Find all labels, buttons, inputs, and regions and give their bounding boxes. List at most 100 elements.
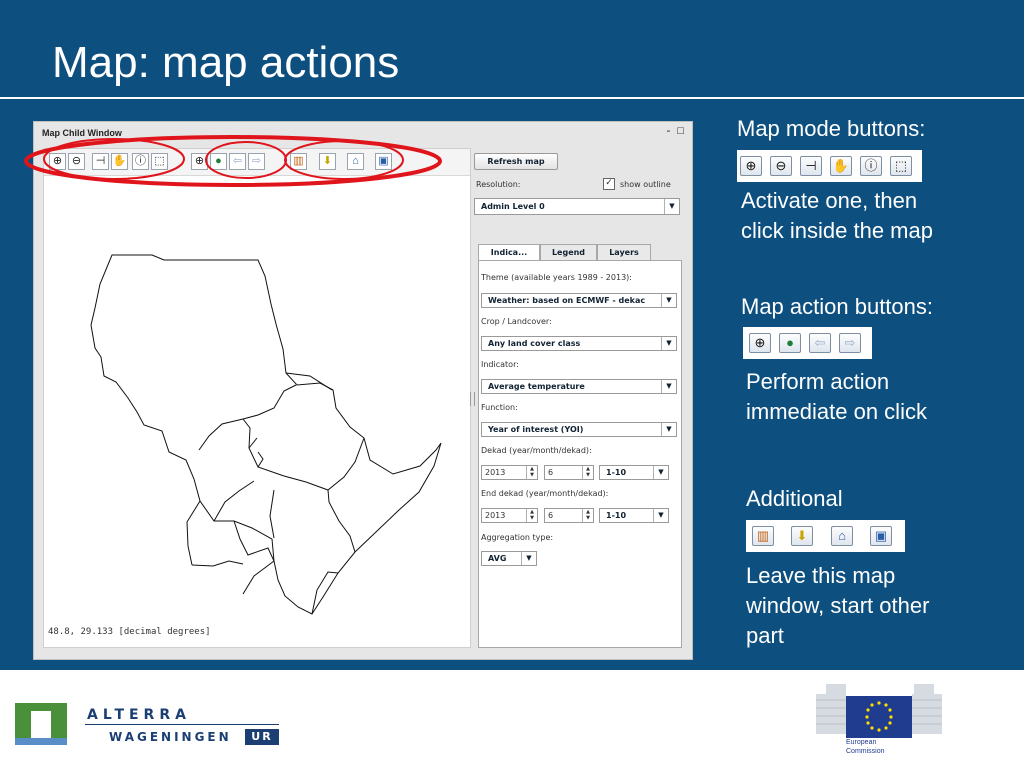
- ur-badge: UR: [245, 729, 279, 745]
- chevron-down-icon: ▼: [653, 466, 668, 479]
- chevron-down-icon: ▼: [661, 294, 676, 307]
- dekad-month-value: 6: [548, 468, 554, 477]
- aggregation-select[interactable]: AVG ▼: [481, 551, 537, 566]
- zoom-out-icon[interactable]: ⊖: [68, 153, 85, 170]
- globe-icon: ●: [779, 333, 801, 353]
- select-arrow-icon[interactable]: ⊣: [92, 153, 109, 170]
- dekad-year-stepper[interactable]: 2013 ▲ ▼: [481, 465, 538, 480]
- select-region-icon: ⬚: [890, 156, 912, 176]
- theme-select[interactable]: Weather: based on ECMWF - dekac ▼: [481, 293, 677, 308]
- crop-label: Crop / Landcover:: [481, 317, 552, 326]
- download-icon[interactable]: ⬇: [319, 153, 336, 170]
- additional-text-line-3: part: [746, 623, 784, 648]
- zoom-extent-icon[interactable]: ⊕: [191, 153, 208, 170]
- home-icon[interactable]: ⌂: [347, 153, 364, 170]
- save-icon[interactable]: ▣: [375, 153, 392, 170]
- tab-legend[interactable]: Legend: [540, 244, 597, 260]
- info-icon: ⓘ: [860, 156, 882, 176]
- dekad-select[interactable]: 1-10 ▼: [599, 465, 669, 480]
- title-divider: [0, 97, 1024, 99]
- end-year-stepper[interactable]: 2013 ▲ ▼: [481, 508, 538, 523]
- pan-hand-icon[interactable]: ✋: [111, 153, 128, 170]
- chevron-down-icon: ▼: [661, 380, 676, 393]
- crop-select[interactable]: Any land cover class ▼: [481, 336, 677, 351]
- action-buttons-strip: ⊕ ● ⇦ ⇨: [743, 327, 872, 359]
- zoom-out-icon: ⊖: [770, 156, 792, 176]
- theme-label: Theme (available years 1989 - 2013):: [481, 273, 632, 282]
- select-region-icon[interactable]: ⬚: [151, 153, 168, 170]
- action-buttons-title: Map action buttons:: [741, 294, 934, 319]
- theme-value: Weather: based on ECMWF - dekac: [488, 296, 646, 305]
- map-settings-sidebar: Refresh map Resolution: ✓ show outline A…: [474, 148, 682, 648]
- stepper-arrows-icon[interactable]: ▲ ▼: [582, 509, 593, 522]
- map-panel[interactable]: ⊕ ⊖ ⊣ ✋ ⓘ ⬚ ⊕ ● ⇦ ⇨ ▥ ⬇ ⌂ ▣ 48.8, 29.133…: [43, 148, 471, 648]
- indicator-label: Indicator:: [481, 360, 519, 369]
- crop-value: Any land cover class: [488, 339, 581, 348]
- end-month-value: 6: [548, 511, 554, 520]
- function-label: Function:: [481, 403, 518, 412]
- alterra-wordmark: ALTERRA: [87, 707, 191, 723]
- alterra-emblem: [15, 703, 67, 745]
- resolution-label: Resolution:: [476, 180, 521, 189]
- save-icon: ▣: [870, 526, 892, 546]
- window-title: Map Child Window: [42, 128, 122, 138]
- resolution-select[interactable]: Admin Level 0 ▼: [474, 198, 680, 215]
- chevron-down-icon: ▼: [664, 199, 679, 214]
- show-outline-checkbox[interactable]: ✓: [603, 178, 615, 190]
- action-text-line-2: immediate on click: [746, 399, 927, 424]
- indicator-tab-panel: Theme (available years 1989 - 2013): Wea…: [478, 260, 682, 648]
- refresh-map-button[interactable]: Refresh map: [474, 153, 558, 170]
- end-dekad-select[interactable]: 1-10 ▼: [599, 508, 669, 523]
- wageningen-wordmark: WAGENINGEN: [109, 730, 232, 744]
- coordinate-readout: 48.8, 29.133 [decimal degrees]: [48, 627, 211, 637]
- info-icon[interactable]: ⓘ: [132, 153, 149, 170]
- mode-text-line-2: click inside the map: [741, 218, 933, 243]
- tab-indicator[interactable]: Indica...: [478, 244, 540, 260]
- function-value: Year of interest (YOI): [488, 425, 584, 434]
- chevron-down-icon: ▼: [521, 552, 536, 565]
- back-arrow-icon[interactable]: ⇦: [229, 153, 246, 170]
- zoom-extent-icon: ⊕: [749, 333, 771, 353]
- country-outline-map[interactable]: [44, 176, 470, 646]
- globe-icon[interactable]: ●: [210, 153, 227, 170]
- dekad-value: 1-10: [606, 468, 627, 477]
- indicator-value: Average temperature: [488, 382, 585, 391]
- zoom-in-icon: ⊕: [740, 156, 762, 176]
- dekad-month-stepper[interactable]: 6 ▲ ▼: [544, 465, 594, 480]
- pan-hand-icon: ✋: [830, 156, 852, 176]
- dekad-label: Dekad (year/month/dekad):: [481, 446, 592, 455]
- chevron-down-icon: ▼: [653, 509, 668, 522]
- mode-buttons-title: Map mode buttons:: [737, 116, 926, 141]
- forward-arrow-icon[interactable]: ⇨: [248, 153, 265, 170]
- map-outlines: [90, 254, 442, 615]
- forward-arrow-icon: ⇨: [839, 333, 861, 353]
- mode-buttons-strip: ⊕ ⊖ ⊣ ✋ ⓘ ⬚: [737, 150, 922, 182]
- european-commission-logo: European Commission: [816, 676, 944, 764]
- slide-title: Map: map actions: [52, 38, 400, 87]
- map-toolbar: ⊕ ⊖ ⊣ ✋ ⓘ ⬚ ⊕ ● ⇦ ⇨ ▥ ⬇ ⌂ ▣: [44, 149, 470, 176]
- slide-background: Map: map actions Map Child Window - □ ⊕ …: [0, 0, 1024, 670]
- end-month-stepper[interactable]: 6 ▲ ▼: [544, 508, 594, 523]
- resolution-value: Admin Level 0: [481, 202, 545, 211]
- chevron-down-icon: ▼: [661, 423, 676, 436]
- chart-icon: ▥: [752, 526, 774, 546]
- dekad-year-value: 2013: [485, 468, 506, 477]
- stepper-arrows-icon[interactable]: ▲ ▼: [582, 466, 593, 479]
- additional-text-line-2: window, start other: [746, 593, 930, 618]
- tab-layers[interactable]: Layers: [597, 244, 651, 260]
- stepper-arrows-icon[interactable]: ▲ ▼: [526, 466, 537, 479]
- action-text-line-1: Perform action: [746, 369, 890, 394]
- back-arrow-icon: ⇦: [809, 333, 831, 353]
- zoom-in-icon[interactable]: ⊕: [49, 153, 66, 170]
- window-controls[interactable]: - □: [667, 125, 686, 137]
- chart-icon[interactable]: ▥: [290, 153, 307, 170]
- ec-building-graphic: [816, 684, 942, 738]
- home-icon: ⌂: [831, 526, 853, 546]
- additional-title: Additional: [746, 486, 843, 511]
- chevron-down-icon: ▼: [661, 337, 676, 350]
- indicator-select[interactable]: Average temperature ▼: [481, 379, 677, 394]
- stepper-arrows-icon[interactable]: ▲ ▼: [526, 509, 537, 522]
- ec-label-line-1: European: [846, 739, 877, 746]
- function-select[interactable]: Year of interest (YOI) ▼: [481, 422, 677, 437]
- additional-buttons-strip: ▥ ⬇ ⌂ ▣: [746, 520, 905, 552]
